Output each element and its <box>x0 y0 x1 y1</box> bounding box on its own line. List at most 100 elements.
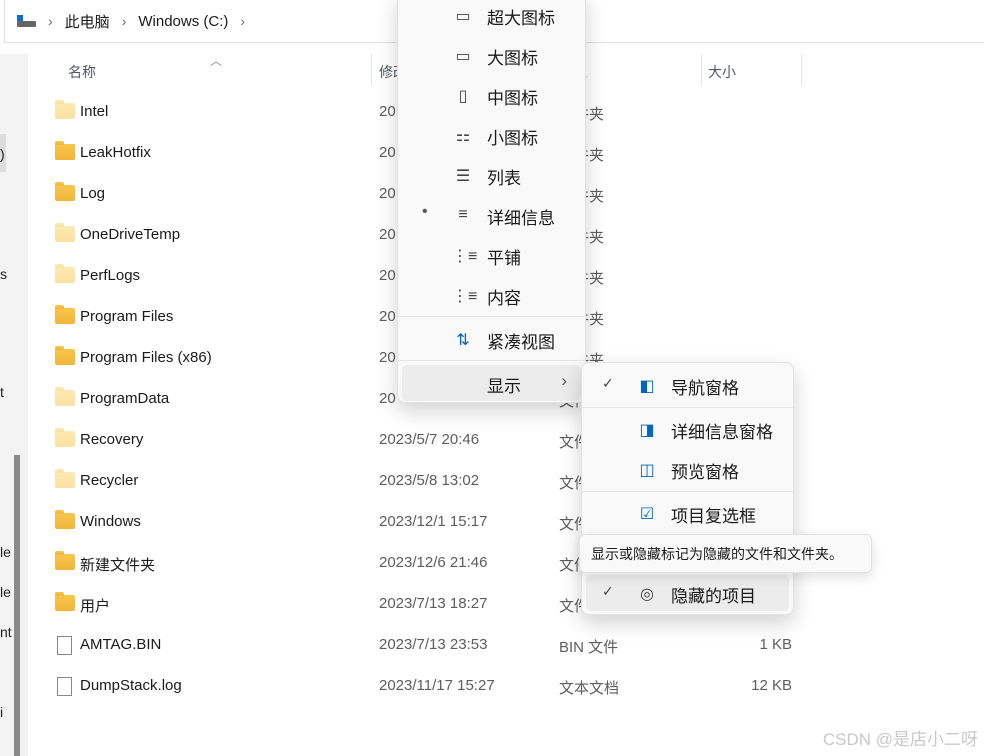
show-option[interactable]: ◫ 预览窗格 <box>586 451 789 487</box>
sort-up-icon: ︿ <box>210 54 223 68</box>
file-row[interactable]: Recovery2023/5/7 20:46文件夹 <box>30 420 984 461</box>
file-name: Windows <box>80 513 141 530</box>
file-name: Recovery <box>80 431 144 448</box>
extra-large-icons-icon: ▭ <box>455 8 471 25</box>
file-row[interactable]: DumpStack.log 2023/11/17 15:27 文本文档 12 KB <box>30 666 984 707</box>
file-name: Program Files (x86) <box>80 349 212 366</box>
show-option[interactable]: ✓ ◎ 隐藏的项目 <box>586 575 789 611</box>
nav-item[interactable]: t <box>0 384 4 400</box>
view-option-list[interactable]: ☰ 列表 <box>402 157 581 193</box>
selected-bullet-icon: • <box>422 203 428 220</box>
file-size: 1 KB <box>759 636 792 653</box>
chevron-icon[interactable]: › <box>240 13 245 29</box>
item-checkbox-icon: ☑ <box>639 506 655 523</box>
file-name: Log <box>80 185 106 202</box>
breadcrumb-this-pc[interactable]: 此电脑 <box>65 11 110 32</box>
chevron-icon: › <box>121 13 127 29</box>
file-row[interactable]: AMTAG.BIN 2023/7/13 23:53 BIN 文件 1 KB <box>30 625 984 666</box>
view-option-extra-larges-icon[interactable]: ▭ 超大图标 <box>402 0 581 33</box>
nav-scrollbar[interactable] <box>14 455 20 756</box>
show-option[interactable]: ☑ 项目复选框 <box>586 495 789 531</box>
file-date: 20 <box>379 185 396 202</box>
file-date: 2023/5/8 13:02 <box>379 472 480 489</box>
file-type: BIN 文件 <box>559 639 619 656</box>
file-name: Program Files <box>80 308 174 325</box>
file-date: 2023/5/7 20:46 <box>379 431 480 448</box>
preview-pane-icon: ◫ <box>639 462 655 479</box>
file-date: 20 <box>379 226 396 243</box>
folder-icon <box>55 182 75 201</box>
small-icons-icon: ⚏ <box>455 128 471 145</box>
check-icon: ✓ <box>602 375 614 391</box>
file-date: 20 <box>379 144 396 161</box>
file-row[interactable]: 用户2023/7/13 18:27文件夹 <box>30 584 984 625</box>
folder-icon <box>55 510 75 529</box>
file-date: 20 <box>379 308 396 325</box>
view-option-larges-icon[interactable]: ▭ 大图标 <box>402 37 581 73</box>
folder-icon <box>55 141 75 160</box>
view-option-details[interactable]: • ≡ 详细信息 <box>402 197 581 233</box>
folder-icon <box>55 428 75 447</box>
file-name: ProgramData <box>80 390 170 407</box>
file-date: 20 <box>379 390 396 407</box>
file-date: 2023/12/1 15:17 <box>379 513 488 530</box>
view-menu: ▭ 超大图标 ▭ 大图标 ▯ 中图标 ⚏ 小图标 ☰ 列表 • ≡ 详细信息 ⋮≡ 平铺 ⋮≡ 内容 ⇅ 紧凑视… <box>397 0 586 403</box>
file-name: DumpStack.log <box>80 677 182 694</box>
folder-icon <box>55 305 75 324</box>
content-icon: ⋮≡ <box>452 288 478 305</box>
file-name: 用户 <box>80 598 111 615</box>
breadcrumb-c-drive[interactable]: Windows (C:) <box>138 13 228 30</box>
folder-icon <box>55 100 75 119</box>
folder-icon <box>55 469 75 488</box>
show-option[interactable]: ✓ ◧ 导航窗格 <box>586 367 789 403</box>
file-date: 20 <box>379 349 396 366</box>
view-option-tiles[interactable]: ⋮≡ 平铺 <box>402 237 581 273</box>
folder-icon <box>55 346 75 365</box>
eye-icon: ◎ <box>640 586 654 603</box>
chevron-right-icon: › <box>561 371 567 390</box>
file-row[interactable]: Recycler2023/5/8 13:02文件夹 <box>30 461 984 502</box>
file-name: Recycler <box>80 472 139 489</box>
file-name: Intel <box>80 103 109 120</box>
file-type: 文本文档 <box>559 680 620 697</box>
drive-icon <box>17 15 36 27</box>
chevron-icon: › <box>48 13 53 29</box>
compact-view-menu-item[interactable]: ⇅ 紧凑视图 <box>402 321 581 357</box>
navigation-pane-icon: ◧ <box>639 378 655 395</box>
column-name[interactable]: 名称 <box>68 62 96 82</box>
text-file-icon <box>57 677 72 696</box>
nav-item[interactable]: le <box>0 544 11 560</box>
tiles-icon: ⋮≡ <box>452 248 478 265</box>
file-name: AMTAG.BIN <box>80 636 162 653</box>
nav-item[interactable]: ) <box>0 146 5 162</box>
file-size: 12 KB <box>751 677 792 694</box>
nav-item[interactable]: nt <box>0 624 12 640</box>
nav-item[interactable]: s <box>0 266 7 282</box>
nav-item[interactable]: i <box>0 704 3 720</box>
file-date: 20 <box>379 103 396 120</box>
file-name: 新建文件夹 <box>80 557 156 574</box>
folder-icon <box>55 223 75 242</box>
file-date: 2023/12/6 21:46 <box>379 554 488 571</box>
large-icons-icon: ▭ <box>455 48 471 65</box>
file-icon <box>57 636 72 655</box>
list-icon: ☰ <box>455 168 471 185</box>
check-icon: ✓ <box>602 583 614 599</box>
nav-item[interactable]: le <box>0 584 11 600</box>
view-option-smalls-icon[interactable]: ⚏ 小图标 <box>402 117 581 153</box>
column-size[interactable]: 大小 <box>708 62 736 82</box>
folder-icon <box>55 264 75 283</box>
show-option[interactable]: ◨ 详细信息窗格 <box>586 411 789 447</box>
show-menu-item[interactable]: 显示 › <box>402 365 581 401</box>
folder-icon <box>55 551 75 570</box>
view-option-content[interactable]: ⋮≡ 内容 <box>402 277 581 313</box>
details-icon: ≡ <box>458 206 468 223</box>
tooltip: 显示或隐藏标记为隐藏的文件和文件夹。 <box>579 534 872 573</box>
watermark: CSDN @是店小二呀 <box>822 730 978 749</box>
file-date: 2023/7/13 18:27 <box>379 595 488 612</box>
file-date: 2023/7/13 23:53 <box>379 636 488 653</box>
file-date: 20 <box>379 267 396 284</box>
medium-icons-icon: ▯ <box>458 88 468 105</box>
file-name: PerfLogs <box>80 267 141 284</box>
view-option-mediums-icon[interactable]: ▯ 中图标 <box>402 77 581 113</box>
